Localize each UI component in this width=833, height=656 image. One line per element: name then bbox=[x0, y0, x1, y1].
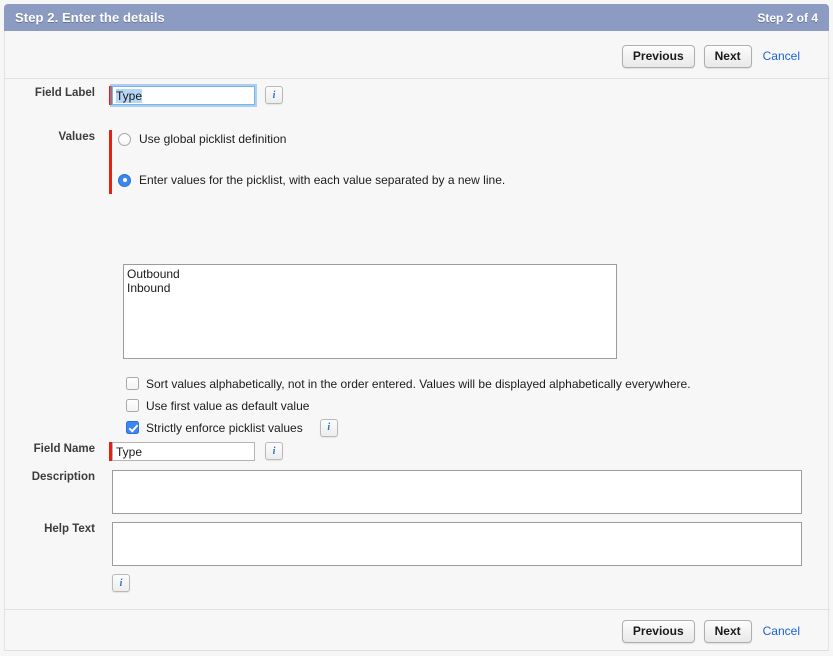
form-panel: Previous Next Cancel Field Label i Value… bbox=[4, 31, 829, 651]
description-control bbox=[109, 470, 802, 514]
sort-values-check-line[interactable]: Sort values alphabetically, not in the o… bbox=[126, 374, 691, 393]
top-divider bbox=[5, 78, 830, 79]
first-value-default-check-line[interactable]: Use first value as default value bbox=[126, 396, 309, 415]
radio-option-global[interactable]: Use global picklist definition bbox=[118, 130, 505, 148]
radio-option-enter-values[interactable]: Enter values for the picklist, with each… bbox=[118, 171, 505, 189]
help-text-row: Help Text i bbox=[5, 522, 802, 592]
info-icon[interactable]: i bbox=[265, 86, 283, 104]
next-button-top[interactable]: Next bbox=[704, 45, 752, 68]
checkbox-first-value-default-icon[interactable] bbox=[126, 399, 139, 412]
step-counter: Step 2 of 4 bbox=[757, 11, 818, 25]
radio-option-global-label: Use global picklist definition bbox=[139, 132, 286, 146]
field-name-label: Field Name bbox=[5, 442, 109, 456]
cancel-link-bottom[interactable]: Cancel bbox=[761, 624, 800, 638]
values-row: Values Use global picklist definition En… bbox=[5, 130, 505, 194]
description-textarea[interactable] bbox=[112, 470, 802, 514]
values-label: Values bbox=[5, 130, 109, 144]
step-header: Step 2. Enter the details Step 2 of 4 bbox=[4, 4, 829, 31]
picklist-values-textarea[interactable] bbox=[123, 264, 617, 359]
info-icon[interactable]: i bbox=[112, 574, 130, 592]
values-radio-group: Use global picklist definition Enter val… bbox=[112, 130, 505, 189]
help-text-control: i bbox=[109, 522, 802, 592]
field-label-input[interactable] bbox=[112, 86, 255, 105]
cancel-link-top[interactable]: Cancel bbox=[761, 49, 800, 63]
radio-option-enter-values-label: Enter values for the picklist, with each… bbox=[139, 173, 505, 187]
field-name-control: i bbox=[109, 442, 283, 461]
checkbox-first-value-default-label: Use first value as default value bbox=[146, 399, 309, 413]
checkbox-strict-picklist-icon[interactable] bbox=[126, 421, 139, 434]
field-wizard-page: Step 2. Enter the details Step 2 of 4 Pr… bbox=[0, 0, 833, 656]
field-label-control: i bbox=[109, 86, 283, 105]
info-icon[interactable]: i bbox=[265, 442, 283, 460]
sort-values-checkbox-row[interactable]: Sort values alphabetically, not in the o… bbox=[126, 374, 691, 393]
help-text-label: Help Text bbox=[5, 522, 109, 536]
bottom-button-row: Previous Next Cancel bbox=[622, 619, 828, 643]
first-value-default-checkbox-row[interactable]: Use first value as default value bbox=[126, 396, 309, 415]
radio-enter-values-icon[interactable] bbox=[118, 174, 131, 187]
radio-global-picklist-icon[interactable] bbox=[118, 133, 131, 146]
radio-spacer bbox=[118, 148, 505, 171]
field-name-row: Field Name i bbox=[5, 442, 283, 461]
values-control: Use global picklist definition Enter val… bbox=[109, 130, 505, 194]
description-label: Description bbox=[5, 470, 109, 484]
help-text-textarea[interactable] bbox=[112, 522, 802, 566]
strict-picklist-checkbox-row[interactable]: Strictly enforce picklist values i bbox=[126, 418, 338, 437]
picklist-values-row bbox=[123, 264, 617, 359]
field-label-row: Field Label i bbox=[5, 86, 283, 105]
info-icon[interactable]: i bbox=[320, 419, 338, 437]
checkbox-sort-values-icon[interactable] bbox=[126, 377, 139, 390]
previous-button-bottom[interactable]: Previous bbox=[622, 620, 695, 643]
strict-picklist-check-line[interactable]: Strictly enforce picklist values i bbox=[126, 418, 338, 437]
bottom-divider bbox=[5, 609, 830, 610]
checkbox-strict-picklist-label: Strictly enforce picklist values bbox=[146, 421, 303, 435]
field-label-label: Field Label bbox=[5, 86, 109, 100]
checkbox-sort-values-label: Sort values alphabetically, not in the o… bbox=[146, 377, 691, 391]
description-row: Description bbox=[5, 470, 802, 514]
previous-button-top[interactable]: Previous bbox=[622, 45, 695, 68]
field-name-input[interactable] bbox=[112, 442, 255, 461]
top-button-row: Previous Next Cancel bbox=[622, 44, 828, 68]
page-title: Step 2. Enter the details bbox=[15, 10, 165, 25]
next-button-bottom[interactable]: Next bbox=[704, 620, 752, 643]
